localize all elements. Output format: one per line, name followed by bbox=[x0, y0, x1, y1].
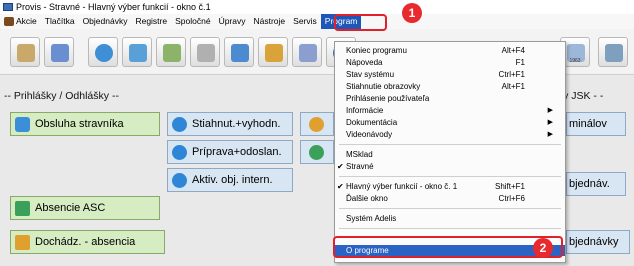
menu-item-videonavody[interactable]: Videonávody ▶ bbox=[335, 129, 565, 140]
menu-item-dalsie-okno[interactable]: Ďalšie okno Ctrl+F6 bbox=[335, 193, 565, 204]
aktiv-obj-intern-button[interactable]: Aktiv. obj. intern. bbox=[167, 168, 293, 192]
annotation-box-program bbox=[334, 14, 387, 31]
toolbar-button-6[interactable] bbox=[190, 37, 220, 67]
bjednav-button[interactable]: bjednáv. bbox=[566, 172, 626, 196]
annotation-box-o-programe bbox=[333, 236, 563, 258]
check-icon: ✔ bbox=[337, 162, 344, 171]
bjednavky-button[interactable]: bjednávky bbox=[566, 230, 630, 254]
window-icon bbox=[129, 44, 147, 62]
window-title: Provis - Stravné - Hlavný výber funkcií … bbox=[16, 2, 211, 12]
priprava-odoslan-button[interactable]: Príprava+odoslan. bbox=[167, 140, 293, 164]
annotation-badge-1: 1 bbox=[402, 3, 422, 23]
dochadz-absencia-button[interactable]: Dochádz. - absencia bbox=[10, 230, 165, 254]
app-window: Provis - Stravné - Hlavný výber funkcií … bbox=[0, 0, 634, 266]
submenu-arrow-icon: ▶ bbox=[547, 131, 553, 138]
menu-item-system-adelis[interactable]: Systém Adelis bbox=[335, 213, 565, 224]
menu-item-koniec-programu[interactable]: Koniec programu Alt+F4 bbox=[335, 45, 565, 56]
menu-item-msklad[interactable]: MSklad bbox=[335, 149, 565, 160]
folder-icon bbox=[309, 117, 324, 132]
minalov-button[interactable]: minálov bbox=[566, 112, 626, 136]
menu-upravy[interactable]: Úpravy bbox=[215, 14, 250, 29]
pencil-icon bbox=[15, 235, 30, 250]
app-icon bbox=[3, 3, 13, 11]
ie-icon bbox=[172, 173, 187, 188]
menu-spolocne[interactable]: Spoločné bbox=[171, 14, 214, 29]
menu-item-informacie[interactable]: Informácie ▶ bbox=[335, 105, 565, 116]
menu-separator bbox=[339, 228, 561, 229]
submenu-arrow-icon: ▶ bbox=[547, 119, 553, 126]
section-prihlasky: -- Prihlášky / Odhlášky -- bbox=[4, 90, 119, 102]
calendar-icon bbox=[605, 44, 623, 62]
menu-servis[interactable]: Servis bbox=[289, 14, 321, 29]
toolbar-button-calendar[interactable] bbox=[598, 37, 628, 67]
toolbar-button-8[interactable] bbox=[258, 37, 288, 67]
pen-icon bbox=[17, 44, 35, 62]
menu-separator bbox=[339, 176, 561, 177]
menu-registre[interactable]: Registre bbox=[131, 14, 171, 29]
folder-icon bbox=[265, 44, 283, 62]
menu-item-stiahnutie-obrazovky[interactable]: Stiahnutie obrazovky Alt+F1 bbox=[335, 81, 565, 92]
menu-tlacitka[interactable]: Tlačítka bbox=[41, 14, 79, 29]
toolbar-button-4[interactable] bbox=[122, 37, 152, 67]
menu-separator bbox=[339, 144, 561, 145]
tools-icon bbox=[197, 44, 215, 62]
menu-item-dokumentacia[interactable]: Dokumentácia ▶ bbox=[335, 117, 565, 128]
program-dropdown-menu: Koniec programu Alt+F4 Nápoveda F1 Stav sy… bbox=[334, 41, 566, 263]
akcie-icon bbox=[4, 17, 14, 26]
partial-button-2[interactable] bbox=[300, 140, 334, 164]
toolbar-button-2[interactable] bbox=[44, 37, 74, 67]
menu-item-prihlasenie[interactable]: Prihlásenie používateľa bbox=[335, 93, 565, 104]
monitor-icon bbox=[231, 44, 249, 62]
toolbar-button-5[interactable] bbox=[156, 37, 186, 67]
user-icon bbox=[15, 117, 30, 132]
toolbar-button-3[interactable] bbox=[88, 37, 118, 67]
annotation-badge-2: 2 bbox=[533, 238, 553, 258]
document-icon bbox=[163, 44, 181, 62]
toolbar-button-9[interactable] bbox=[292, 37, 322, 67]
menu-item-stav-systemu[interactable]: Stav systému Ctrl+F1 bbox=[335, 69, 565, 80]
menu-bar: Akcie Tlačítka Objednávky Registre Spolo… bbox=[0, 14, 634, 29]
obsluha-stravnika-button[interactable]: Obsluha stravníka bbox=[10, 112, 160, 136]
menu-separator bbox=[339, 208, 561, 209]
arrow-icon bbox=[15, 201, 30, 216]
menu-item-napoveda[interactable]: Nápoveda F1 bbox=[335, 57, 565, 68]
menu-nastroje[interactable]: Nástroje bbox=[250, 14, 290, 29]
stiahnut-vyhodn-button[interactable]: Stiahnut.+vyhodn. bbox=[167, 112, 293, 136]
refresh-icon bbox=[95, 44, 113, 62]
menu-akcie[interactable]: Akcie bbox=[2, 14, 41, 29]
toolbar-button-1[interactable] bbox=[10, 37, 40, 67]
menu-item-hlavny-vyber[interactable]: ✔ Hlavný výber funkcií - okno č. 1 Shift+F… bbox=[335, 181, 565, 192]
ie-icon bbox=[172, 117, 187, 132]
check-icon: ✔ bbox=[337, 182, 344, 191]
title-bar: Provis - Stravné - Hlavný výber funkcií … bbox=[0, 0, 634, 14]
tile-icon bbox=[309, 145, 324, 160]
submenu-arrow-icon: ▶ bbox=[547, 107, 553, 114]
ie-icon bbox=[172, 145, 187, 160]
menu-objednavky[interactable]: Objednávky bbox=[79, 14, 132, 29]
menu-item-stravne[interactable]: ✔ Stravné bbox=[335, 161, 565, 172]
partial-button-1[interactable] bbox=[300, 112, 334, 136]
check-icon bbox=[51, 44, 69, 62]
absencie-asc-button[interactable]: Absencie ASC bbox=[10, 196, 160, 220]
toolbar-button-7[interactable] bbox=[224, 37, 254, 67]
chart-icon bbox=[299, 44, 317, 62]
